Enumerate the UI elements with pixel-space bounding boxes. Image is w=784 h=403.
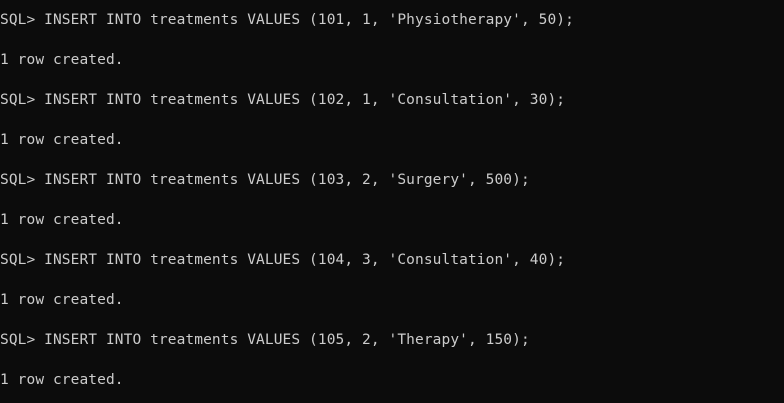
output-line: 1 row created. [0, 372, 124, 388]
output-line: 1 row created. [0, 52, 124, 68]
sql-command-line: SQL> INSERT INTO treatments VALUES (102,… [0, 92, 566, 108]
sql-command-line: SQL> INSERT INTO treatments VALUES (101,… [0, 12, 574, 28]
sql-command-line: SQL> INSERT INTO treatments VALUES (105,… [0, 332, 530, 348]
output-line: 1 row created. [0, 292, 124, 308]
output-line: 1 row created. [0, 132, 124, 148]
terminal-window[interactable]: SQL> INSERT INTO treatments VALUES (101,… [0, 0, 784, 403]
output-line: 1 row created. [0, 212, 124, 228]
sql-command-line: SQL> INSERT INTO treatments VALUES (103,… [0, 172, 530, 188]
sql-command-line: SQL> INSERT INTO treatments VALUES (104,… [0, 252, 566, 268]
